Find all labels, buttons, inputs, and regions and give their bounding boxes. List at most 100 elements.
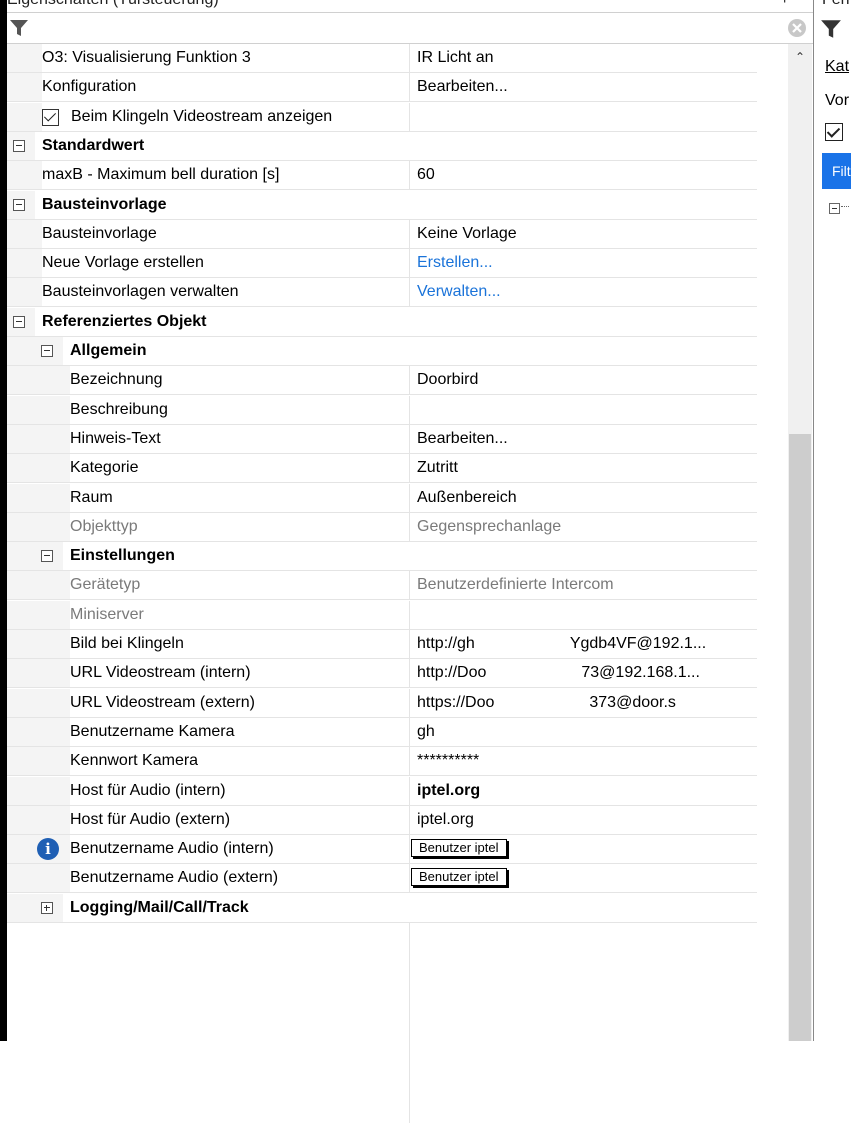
property-row[interactable]: Miniserver bbox=[7, 600, 757, 630]
property-row[interactable]: Kennwort Kamera ********** bbox=[7, 747, 757, 777]
property-row[interactable]: O3: Visualisierung Funktion 3 IR Licht an bbox=[7, 44, 757, 73]
redacted-text bbox=[474, 635, 570, 652]
property-value[interactable] bbox=[409, 395, 757, 424]
vertical-scrollbar[interactable]: ⌃ bbox=[788, 44, 812, 1041]
right-panel-label: Vor bbox=[825, 92, 850, 109]
annotation-tag: Benutzer iptel bbox=[411, 868, 507, 887]
row-indent-margin bbox=[7, 366, 70, 395]
property-value[interactable]: http://gh Ygdb4VF@192.1... bbox=[409, 630, 757, 658]
property-row[interactable]: Beim Klingeln Videostream anzeigen bbox=[7, 102, 757, 132]
property-label: Benutzername Audio (intern) bbox=[70, 840, 274, 858]
property-value[interactable]: iptel.org bbox=[409, 805, 757, 834]
property-value[interactable]: Benutzerdefinierte Intercom bbox=[409, 571, 757, 600]
category-row[interactable]: Bausteinvorlage bbox=[7, 190, 757, 220]
property-value[interactable]: Bearbeiten... bbox=[409, 424, 757, 453]
collapse-icon[interactable] bbox=[13, 315, 25, 328]
row-indent-margin bbox=[7, 688, 70, 717]
property-row[interactable]: Raum Außenbereich bbox=[7, 483, 757, 513]
property-value[interactable] bbox=[409, 600, 757, 629]
expand-icon[interactable] bbox=[41, 901, 53, 914]
property-row[interactable]: Bild bei Klingeln http://gh Ygdb4VF@192.1.… bbox=[7, 630, 757, 659]
property-value[interactable]: Bearbeiten... bbox=[409, 73, 757, 102]
filter-bar[interactable] bbox=[7, 12, 813, 44]
category-row[interactable]: Standardwert bbox=[7, 131, 757, 161]
property-value[interactable]: Zutritt bbox=[409, 454, 757, 483]
category-label: Logging/Mail/Call/Track bbox=[70, 898, 249, 916]
property-value[interactable]: 60 bbox=[409, 161, 757, 190]
row-indent-margin bbox=[7, 395, 70, 424]
property-label: Kategorie bbox=[70, 459, 139, 477]
property-label: Benutzername Kamera bbox=[70, 722, 235, 740]
category-label: Referenziertes Objekt bbox=[42, 312, 207, 330]
property-value[interactable]: https://Doo 373@door.s bbox=[409, 688, 757, 717]
category-row[interactable]: Allgemein bbox=[7, 337, 757, 366]
property-value[interactable] bbox=[409, 102, 757, 131]
property-value-text: Außenbereich bbox=[417, 488, 517, 506]
property-value[interactable]: Keine Vorlage bbox=[409, 219, 757, 248]
category-row[interactable]: Einstellungen bbox=[7, 542, 757, 572]
property-label: Objekttyp bbox=[70, 517, 138, 535]
property-value-text: Gegensprechanlage bbox=[417, 517, 562, 535]
tree-collapse-icon[interactable] bbox=[829, 203, 840, 214]
collapse-icon[interactable] bbox=[41, 345, 53, 357]
property-value[interactable]: Außenbereich bbox=[409, 483, 757, 512]
row-indent-margin bbox=[7, 542, 63, 571]
property-value-text: iptel.org bbox=[417, 810, 474, 828]
property-value[interactable]: ********** bbox=[409, 747, 757, 776]
right-panel-filter-button[interactable]: Filt bbox=[822, 153, 851, 189]
property-row[interactable]: Neue Vorlage erstellen Erstellen... bbox=[7, 249, 757, 279]
property-row[interactable]: Konfiguration Bearbeiten... bbox=[7, 73, 757, 103]
scrollbar-thumb[interactable] bbox=[789, 434, 811, 1041]
property-value[interactable]: iptel.org bbox=[409, 776, 757, 805]
property-row[interactable]: Host für Audio (intern) iptel.org bbox=[7, 776, 757, 806]
scroll-up-icon[interactable]: ⌃ bbox=[795, 50, 805, 64]
checkbox[interactable] bbox=[42, 108, 59, 126]
filter-icon[interactable] bbox=[9, 18, 29, 38]
property-row[interactable]: Bausteinvorlagen verwalten Verwalten... bbox=[7, 278, 757, 308]
category-row[interactable]: Referenziertes Objekt bbox=[7, 307, 757, 337]
property-value[interactable]: Verwalten... bbox=[409, 278, 757, 307]
property-row[interactable]: Bezeichnung Doorbird bbox=[7, 366, 757, 396]
property-label: Miniserver bbox=[70, 605, 144, 623]
property-row[interactable]: URL Videostream (extern) https://Doo 373@d… bbox=[7, 688, 757, 718]
property-row[interactable]: Bausteinvorlage Keine Vorlage bbox=[7, 219, 757, 249]
property-label: Host für Audio (extern) bbox=[70, 810, 231, 828]
property-value-text: Keine Vorlage bbox=[417, 224, 517, 242]
property-row[interactable]: maxB - Maximum bell duration [s] 60 bbox=[7, 161, 757, 191]
category-row[interactable]: Logging/Mail/Call/Track bbox=[7, 893, 757, 923]
filter-icon[interactable] bbox=[820, 18, 842, 40]
property-row[interactable]: URL Videostream (intern) http://Doo 73@192… bbox=[7, 659, 757, 689]
property-value[interactable]: Gegensprechanlage bbox=[409, 512, 757, 541]
property-value[interactable]: Doorbird bbox=[409, 366, 757, 395]
property-row[interactable]: Benutzername Kamera gh bbox=[7, 717, 757, 747]
property-row[interactable]: Hinweis-Text Bearbeiten... bbox=[7, 424, 757, 454]
property-row[interactable]: Kategorie Zutritt bbox=[7, 454, 757, 484]
panel-title: Eigenschaften (Türsteuerung) bbox=[7, 0, 219, 11]
collapse-icon[interactable] bbox=[13, 139, 25, 152]
property-value[interactable]: http://Doo 73@192.168.1... bbox=[409, 659, 757, 688]
collapse-icon[interactable] bbox=[13, 198, 25, 211]
property-value[interactable]: IR Licht an bbox=[409, 44, 757, 72]
property-row[interactable]: Host für Audio (extern) iptel.org bbox=[7, 805, 757, 835]
property-row[interactable]: Objekttyp Gegensprechanlage bbox=[7, 512, 757, 542]
collapse-icon[interactable] bbox=[41, 550, 53, 563]
property-row[interactable]: Benutzername Audio (extern) Benutzer ipte… bbox=[7, 864, 757, 894]
property-label: Beschreibung bbox=[70, 400, 168, 418]
right-panel-checkbox[interactable] bbox=[825, 123, 843, 141]
row-indent-margin bbox=[7, 659, 70, 688]
right-panel-tab-kategorie[interactable]: Kat bbox=[825, 58, 849, 76]
property-label: Konfiguration bbox=[42, 78, 137, 96]
property-row[interactable]: Gerätetyp Benutzerdefinierte Intercom bbox=[7, 571, 757, 601]
panel-pin-button[interactable]: + bbox=[780, 0, 789, 9]
category-label: Einstellungen bbox=[70, 547, 175, 565]
property-row[interactable]: Beschreibung bbox=[7, 395, 757, 425]
property-row[interactable]: i Benutzername Audio (intern) Benutzer ipt… bbox=[7, 835, 757, 865]
property-value-text: Erstellen... bbox=[417, 254, 493, 272]
clear-filter-icon[interactable] bbox=[787, 18, 807, 38]
property-value[interactable]: gh bbox=[409, 717, 757, 746]
window-edge bbox=[0, 0, 7, 1041]
property-label: Bausteinvorlage bbox=[42, 224, 157, 242]
property-value[interactable]: Erstellen... bbox=[409, 249, 757, 278]
property-label: O3: Visualisierung Funktion 3 bbox=[42, 49, 251, 66]
property-label: Hinweis-Text bbox=[70, 429, 161, 447]
